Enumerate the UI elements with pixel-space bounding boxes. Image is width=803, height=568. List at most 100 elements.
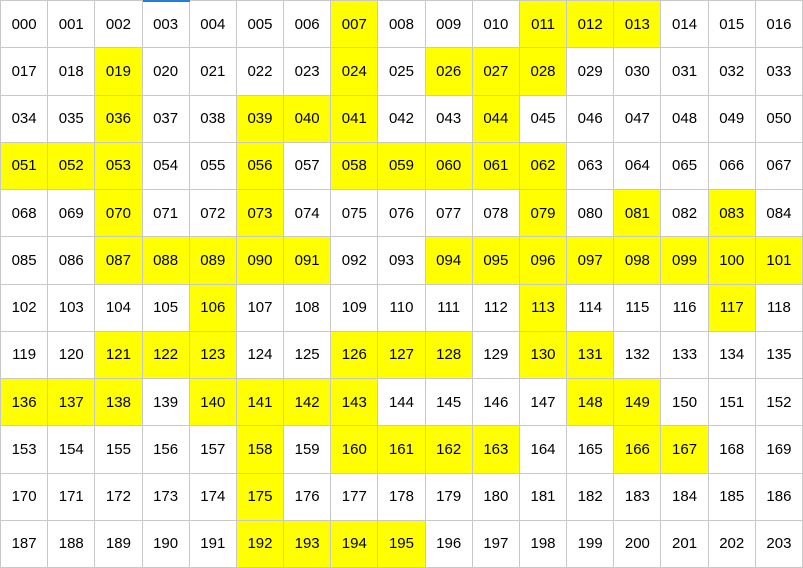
grid-cell-highlighted[interactable]: 192 — [236, 520, 285, 568]
grid-cell[interactable]: 029 — [567, 48, 615, 96]
grid-cell[interactable]: 067 — [755, 142, 803, 190]
grid-cell[interactable]: 064 — [614, 142, 662, 190]
grid-cell[interactable]: 145 — [425, 379, 473, 427]
grid-cell[interactable]: 055 — [189, 142, 237, 190]
grid-cell[interactable]: 108 — [284, 284, 332, 332]
grid-cell[interactable]: 184 — [661, 473, 709, 521]
grid-cell[interactable]: 197 — [472, 520, 520, 568]
grid-cell[interactable]: 069 — [48, 190, 96, 238]
grid-cell[interactable]: 000 — [1, 1, 49, 49]
grid-cell[interactable]: 111 — [425, 284, 473, 332]
grid-cell-highlighted[interactable]: 194 — [331, 520, 379, 568]
grid-cell[interactable]: 034 — [1, 95, 49, 143]
grid-cell[interactable]: 171 — [48, 473, 96, 521]
grid-cell-highlighted[interactable]: 131 — [567, 331, 615, 379]
grid-cell[interactable]: 202 — [708, 520, 756, 568]
grid-cell-highlighted[interactable]: 175 — [236, 473, 285, 521]
grid-cell[interactable]: 003 — [142, 1, 190, 49]
grid-cell[interactable]: 190 — [142, 520, 190, 568]
grid-cell-highlighted[interactable]: 121 — [95, 331, 143, 379]
grid-cell[interactable]: 077 — [425, 190, 473, 238]
grid-cell-highlighted[interactable]: 011 — [519, 1, 568, 49]
grid-cell[interactable]: 001 — [48, 1, 96, 49]
grid-cell[interactable]: 178 — [378, 473, 426, 521]
grid-cell[interactable]: 025 — [378, 48, 426, 96]
grid-cell-highlighted[interactable]: 079 — [519, 190, 568, 238]
grid-cell-highlighted[interactable]: 024 — [331, 48, 379, 96]
grid-cell[interactable]: 144 — [378, 379, 426, 427]
grid-cell[interactable]: 032 — [708, 48, 756, 96]
grid-cell[interactable]: 004 — [189, 1, 237, 49]
grid-cell[interactable]: 021 — [189, 48, 237, 96]
grid-cell-highlighted[interactable]: 012 — [567, 1, 615, 49]
grid-cell-highlighted[interactable]: 026 — [425, 48, 473, 96]
grid-cell[interactable]: 188 — [48, 520, 96, 568]
grid-cell[interactable]: 181 — [519, 473, 568, 521]
grid-cell[interactable]: 164 — [519, 426, 568, 474]
grid-cell[interactable]: 102 — [1, 284, 49, 332]
grid-cell-highlighted[interactable]: 036 — [95, 95, 143, 143]
grid-cell-highlighted[interactable]: 096 — [519, 237, 568, 285]
grid-cell[interactable]: 010 — [472, 1, 520, 49]
grid-cell[interactable]: 179 — [425, 473, 473, 521]
grid-cell-highlighted[interactable]: 019 — [95, 48, 143, 96]
grid-cell[interactable]: 050 — [755, 95, 803, 143]
grid-cell[interactable]: 015 — [708, 1, 756, 49]
grid-cell-highlighted[interactable]: 167 — [661, 426, 709, 474]
grid-cell[interactable]: 005 — [236, 1, 285, 49]
grid-cell[interactable]: 016 — [755, 1, 803, 49]
grid-cell-highlighted[interactable]: 044 — [472, 95, 520, 143]
grid-cell[interactable]: 047 — [614, 95, 662, 143]
grid-cell[interactable]: 154 — [48, 426, 96, 474]
grid-cell[interactable]: 180 — [472, 473, 520, 521]
grid-cell[interactable]: 196 — [425, 520, 473, 568]
grid-cell-highlighted[interactable]: 089 — [189, 237, 237, 285]
grid-cell[interactable]: 057 — [284, 142, 332, 190]
grid-cell[interactable]: 124 — [236, 331, 285, 379]
grid-cell[interactable]: 139 — [142, 379, 190, 427]
grid-cell-highlighted[interactable]: 101 — [755, 237, 803, 285]
grid-cell[interactable]: 157 — [189, 426, 237, 474]
grid-cell[interactable]: 030 — [614, 48, 662, 96]
grid-cell-highlighted[interactable]: 088 — [142, 237, 190, 285]
grid-cell-highlighted[interactable]: 113 — [519, 284, 568, 332]
grid-cell[interactable]: 182 — [567, 473, 615, 521]
grid-cell-highlighted[interactable]: 163 — [472, 426, 520, 474]
grid-cell[interactable]: 119 — [1, 331, 49, 379]
grid-cell[interactable]: 043 — [425, 95, 473, 143]
grid-cell[interactable]: 022 — [236, 48, 285, 96]
grid-cell[interactable]: 049 — [708, 95, 756, 143]
grid-cell-highlighted[interactable]: 090 — [236, 237, 285, 285]
grid-cell[interactable]: 092 — [331, 237, 379, 285]
grid-cell[interactable]: 045 — [519, 95, 568, 143]
grid-cell-highlighted[interactable]: 056 — [236, 142, 285, 190]
grid-cell[interactable]: 173 — [142, 473, 190, 521]
grid-cell-highlighted[interactable]: 137 — [48, 379, 96, 427]
grid-cell[interactable]: 110 — [378, 284, 426, 332]
grid-cell-highlighted[interactable]: 149 — [614, 379, 662, 427]
grid-cell-highlighted[interactable]: 099 — [661, 237, 709, 285]
grid-cell-highlighted[interactable]: 122 — [142, 331, 190, 379]
grid-cell[interactable]: 035 — [48, 95, 96, 143]
grid-cell[interactable]: 120 — [48, 331, 96, 379]
grid-cell[interactable]: 066 — [708, 142, 756, 190]
grid-cell[interactable]: 152 — [755, 379, 803, 427]
grid-cell-highlighted[interactable]: 138 — [95, 379, 143, 427]
grid-cell-highlighted[interactable]: 126 — [331, 331, 379, 379]
grid-cell[interactable]: 109 — [331, 284, 379, 332]
grid-cell-highlighted[interactable]: 073 — [236, 190, 285, 238]
grid-cell[interactable]: 105 — [142, 284, 190, 332]
grid-cell-highlighted[interactable]: 100 — [708, 237, 756, 285]
grid-cell[interactable]: 125 — [284, 331, 332, 379]
grid-cell[interactable]: 183 — [614, 473, 662, 521]
grid-cell-highlighted[interactable]: 130 — [519, 331, 568, 379]
grid-cell-highlighted[interactable]: 061 — [472, 142, 520, 190]
grid-cell-highlighted[interactable]: 013 — [614, 1, 662, 49]
grid-cell[interactable]: 200 — [614, 520, 662, 568]
grid-cell[interactable]: 118 — [755, 284, 803, 332]
grid-cell-highlighted[interactable]: 028 — [519, 48, 568, 96]
grid-cell[interactable]: 191 — [189, 520, 237, 568]
grid-cell-highlighted[interactable]: 007 — [331, 1, 379, 49]
grid-cell[interactable]: 198 — [519, 520, 568, 568]
grid-cell[interactable]: 084 — [755, 190, 803, 238]
